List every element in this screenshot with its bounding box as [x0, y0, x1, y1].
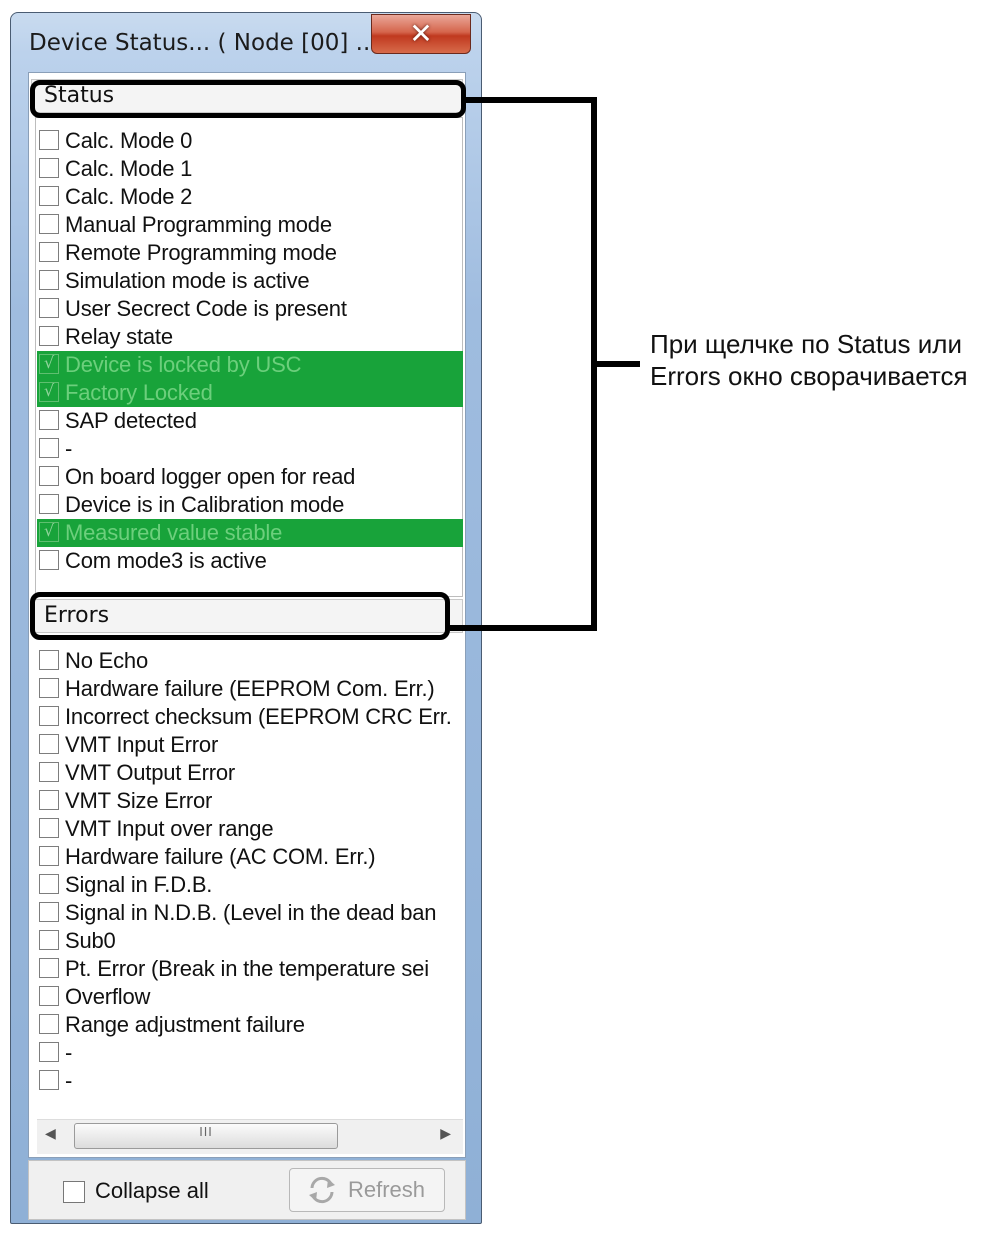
- annotation-bracket: [450, 97, 640, 631]
- annotation-text: При щелчке по Status или Errors окно сво…: [650, 328, 968, 392]
- annotation-line-1: При щелчке по Status или: [650, 329, 962, 359]
- annotation-line-2: Errors окно сворачивается: [650, 361, 968, 391]
